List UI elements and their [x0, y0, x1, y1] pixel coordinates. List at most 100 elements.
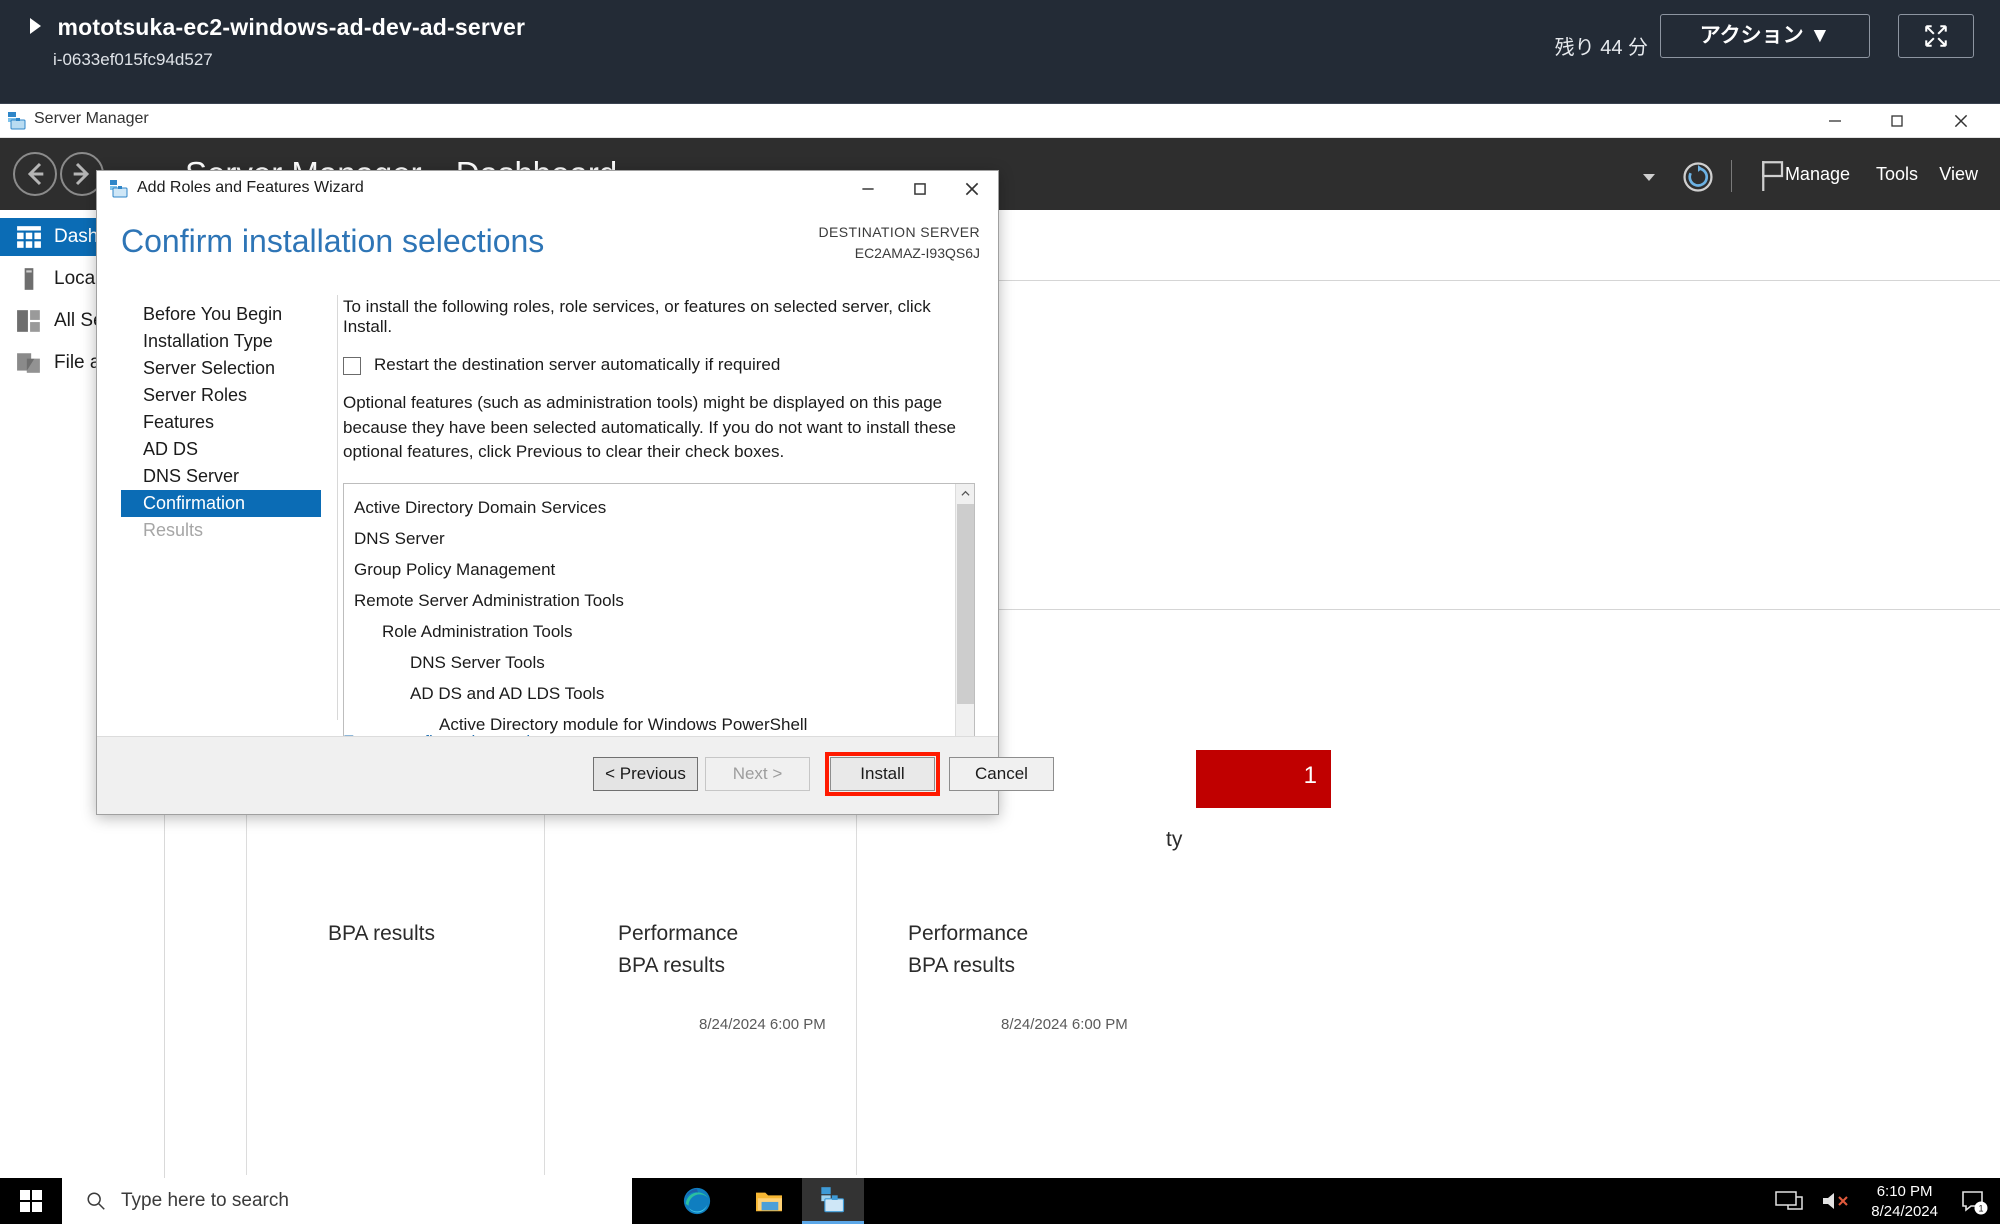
- file-explorer-icon: [756, 1192, 782, 1212]
- menu-view[interactable]: View: [1939, 164, 1978, 185]
- dashboard-panel: [996, 280, 2000, 610]
- session-timer: 残り 44 分: [1554, 37, 1648, 59]
- wizard-step-server-selection[interactable]: Server Selection: [121, 355, 321, 382]
- menu-tools[interactable]: Tools: [1876, 164, 1918, 185]
- wizard-titlebar: Add Roles and Features Wizard: [97, 171, 998, 207]
- restart-checkbox-label: Restart the destination server automatic…: [374, 355, 781, 374]
- restart-checkbox-row[interactable]: Restart the destination server automatic…: [343, 355, 978, 375]
- menu-manage[interactable]: Manage: [1785, 164, 1850, 185]
- list-item: DNS Server: [354, 528, 445, 548]
- list-item: Role Administration Tools: [382, 621, 573, 641]
- system-tray: [1774, 1178, 1850, 1224]
- edge-browser-button[interactable]: [666, 1178, 728, 1224]
- action-button[interactable]: アクション ▼: [1660, 14, 1870, 58]
- wizard-step-confirmation[interactable]: Confirmation: [121, 490, 321, 517]
- instance-name: mototsuka-ec2-windows-ad-dev-ad-server: [57, 14, 526, 40]
- status-badge-tile[interactable]: 1: [1196, 750, 1331, 808]
- add-roles-and-features-wizard: Add Roles and Features Wizard Confirm in…: [96, 170, 1054, 815]
- wizard-step-dns-server[interactable]: DNS Server: [121, 463, 321, 490]
- previous-button[interactable]: < Previous: [593, 757, 698, 791]
- wizard-step-results: Results: [143, 520, 204, 540]
- column-divider: [856, 765, 857, 1175]
- server-manager-taskbar-button[interactable]: [802, 1178, 864, 1224]
- arrow-left-icon: [27, 162, 44, 186]
- wizard-step-before-you-begin[interactable]: Before You Begin: [121, 301, 321, 328]
- bpa-results-label: BPA results: [328, 922, 435, 945]
- local-server-icon: [24, 268, 34, 290]
- wizard-title: Add Roles and Features Wizard: [137, 179, 364, 196]
- fullscreen-button[interactable]: [1898, 14, 1974, 58]
- install-instruction-text: To install the following roles, role ser…: [343, 297, 931, 336]
- header-dropdown-icon[interactable]: [1643, 174, 1655, 181]
- task-view-button[interactable]: [578, 1178, 640, 1224]
- wizard-step-list: Before You Begin Installation Type Serve…: [121, 301, 321, 544]
- destination-server-name: EC2AMAZ-I93QS6J: [854, 245, 980, 261]
- bpa-results-label: BPA results: [618, 954, 725, 977]
- refresh-icon[interactable]: [1681, 160, 1715, 194]
- destination-server-label: DESTINATION SERVER: [818, 224, 980, 240]
- server-manager-titlebar: Server Manager: [0, 104, 2000, 138]
- column-divider: [246, 765, 247, 1175]
- install-button-highlight: [825, 752, 940, 796]
- file-storage-icon: [17, 353, 40, 373]
- aws-console-bar: mototsuka-ec2-windows-ad-dev-ad-server i…: [0, 0, 2000, 104]
- scrollbar-thumb[interactable]: [957, 503, 974, 704]
- wizard-body: Before You Begin Installation Type Serve…: [97, 281, 998, 803]
- restart-checkbox[interactable]: [343, 357, 361, 375]
- timestamp: 8/24/2024 6:00 PM: [1001, 1016, 1128, 1033]
- file-explorer-button[interactable]: [738, 1178, 800, 1224]
- wizard-icon: [110, 180, 128, 198]
- search-input[interactable]: Type here to search: [62, 1178, 632, 1224]
- notifications-flag-icon[interactable]: [1757, 158, 1787, 194]
- wizard-main-pane: To install the following roles, role ser…: [343, 297, 978, 803]
- windows-taskbar: Type here to search 6:10 PM 8/24/2024 1: [0, 1178, 2000, 1224]
- back-button[interactable]: [13, 152, 57, 196]
- list-item: Active Directory Domain Services: [354, 497, 607, 517]
- maximize-icon: [914, 183, 926, 195]
- wizard-maximize-button[interactable]: [894, 171, 946, 207]
- next-button: Next >: [705, 757, 810, 791]
- wizard-step-installation-type[interactable]: Installation Type: [121, 328, 321, 355]
- notification-icon: 1: [1962, 1191, 1988, 1215]
- wizard-minimize-button[interactable]: [842, 171, 894, 207]
- start-button[interactable]: [0, 1178, 62, 1224]
- list-item: AD DS and AD LDS Tools: [410, 683, 605, 703]
- sm-minimize-button[interactable]: [1806, 104, 1864, 138]
- optional-features-paragraph: Optional features (such as administratio…: [343, 393, 957, 462]
- close-icon: [1954, 114, 1968, 128]
- wizard-footer: < Previous Next > Install Cancel: [97, 736, 1054, 814]
- display-icon[interactable]: [1774, 1188, 1804, 1214]
- server-manager-title: Server Manager: [34, 110, 149, 127]
- clock-date: 8/24/2024: [1871, 1203, 1938, 1221]
- manageability-label: ty: [1166, 828, 1183, 851]
- maximize-icon: [1891, 115, 1903, 127]
- clock[interactable]: 6:10 PM 8/24/2024: [1871, 1182, 1938, 1223]
- dashboard-icon: [17, 226, 41, 248]
- cancel-button[interactable]: Cancel: [949, 757, 1054, 791]
- wizard-divider: [337, 295, 338, 720]
- notification-button[interactable]: 1: [1960, 1187, 1988, 1220]
- performance-label: Performance: [618, 922, 739, 945]
- instance-title-group: mototsuka-ec2-windows-ad-dev-ad-server: [30, 14, 525, 41]
- svg-text:1: 1: [1978, 1204, 1983, 1214]
- windows-start-icon: [20, 1190, 42, 1212]
- minimize-icon: [862, 188, 874, 190]
- sm-close-button[interactable]: [1932, 104, 1990, 138]
- scroll-up-button[interactable]: [956, 484, 974, 503]
- minimize-icon: [1829, 120, 1841, 122]
- chevron-up-icon: [961, 490, 970, 496]
- timestamp: 8/24/2024 6:00 PM: [699, 1016, 826, 1033]
- expand-caret-icon[interactable]: [30, 17, 41, 34]
- wizard-step-features[interactable]: Features: [121, 409, 321, 436]
- sm-maximize-button[interactable]: [1868, 104, 1926, 138]
- header-divider: [1731, 160, 1732, 192]
- wizard-step-ad-ds[interactable]: AD DS: [121, 436, 321, 463]
- instance-id: i-0633ef015fc94d527: [53, 50, 213, 69]
- wizard-step-server-roles[interactable]: Server Roles: [121, 382, 321, 409]
- list-item: Group Policy Management: [354, 559, 556, 579]
- volume-muted-icon[interactable]: [1820, 1188, 1850, 1214]
- all-servers-icon: [17, 310, 40, 332]
- wizard-header: Confirm installation selections DESTINAT…: [97, 207, 998, 281]
- wizard-close-button[interactable]: [946, 171, 998, 207]
- search-icon: [87, 1192, 105, 1210]
